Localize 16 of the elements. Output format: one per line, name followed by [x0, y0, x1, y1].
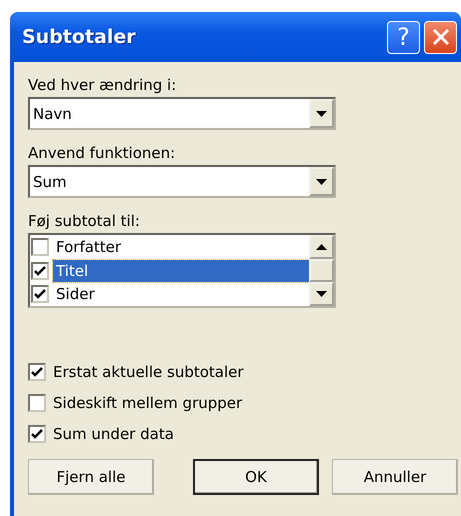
checkbox-label: Erstat aktuelle subtotaler — [53, 362, 244, 380]
list-label: Føj subtotal til: — [28, 212, 140, 230]
dialog-button[interactable]: OK — [193, 459, 319, 495]
dropdown-field[interactable]: Navn — [28, 97, 336, 130]
list-item[interactable]: Sider — [53, 283, 309, 306]
window-title: Subtotaler — [21, 26, 137, 48]
checkbox-label: Sum under data — [53, 424, 174, 442]
list-item[interactable]: Forfatter — [53, 236, 309, 258]
dropdown-field[interactable]: Sum — [28, 165, 336, 198]
dialog-button[interactable]: Annuller — [332, 459, 458, 495]
field-label: Ved hver ændring i: — [28, 76, 176, 94]
help-button[interactable]: ? — [387, 20, 420, 54]
field-label: Anvend funktionen: — [28, 144, 176, 162]
list-item[interactable]: Titel — [53, 260, 309, 282]
dialog-button[interactable]: Fjern alle — [28, 459, 154, 495]
checkbox-label: Sideskift mellem grupper — [53, 394, 242, 412]
